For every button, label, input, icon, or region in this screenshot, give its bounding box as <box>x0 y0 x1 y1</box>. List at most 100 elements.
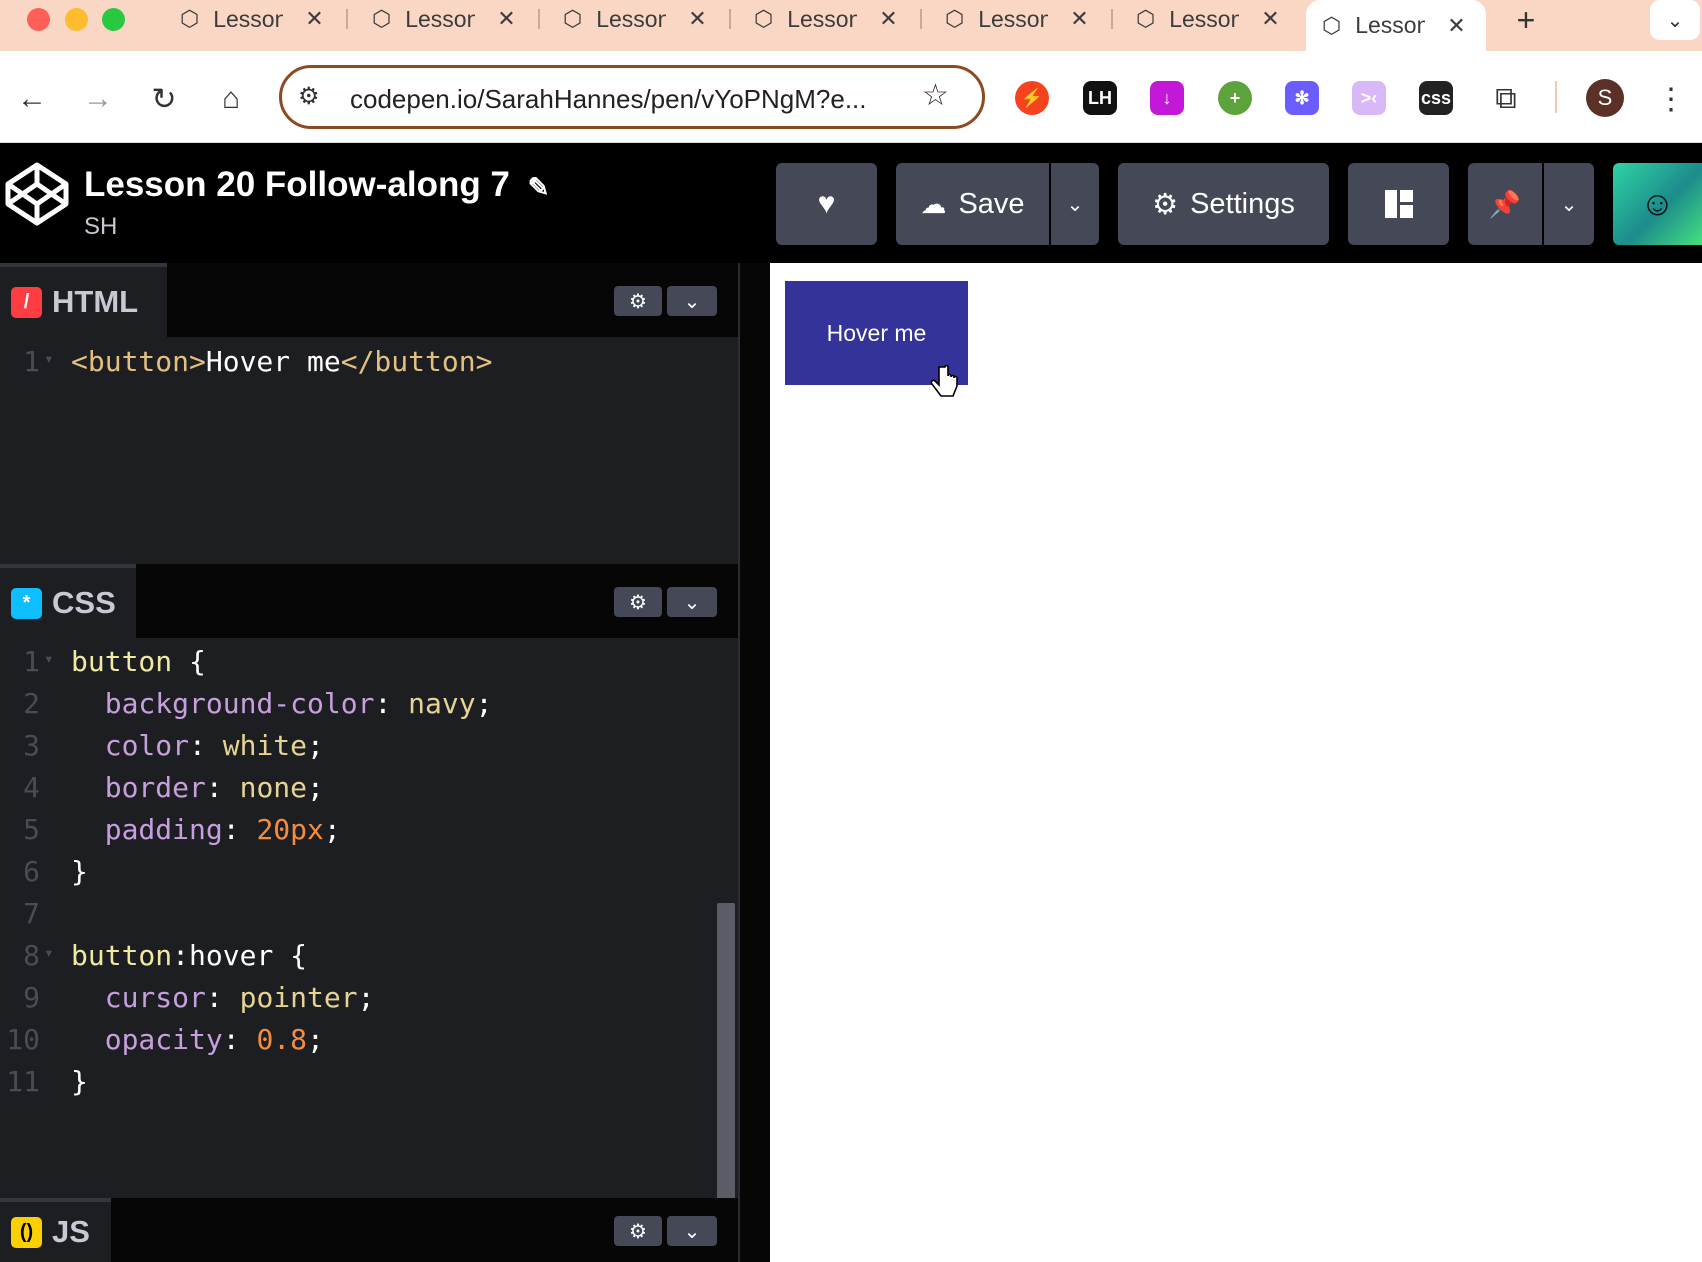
code-line[interactable]: 7 <box>0 897 720 939</box>
save-button[interactable]: ☁ Save <box>896 163 1049 245</box>
html-editor-tab[interactable]: / HTML <box>0 263 167 337</box>
face-ext-icon[interactable]: >‹ <box>1352 81 1386 115</box>
result-preview: Hover me <box>770 263 1702 1262</box>
back-arrow-icon[interactable]: ← <box>12 79 52 119</box>
code-line[interactable]: 5 padding: 20px; <box>0 813 720 855</box>
fold-arrow-icon[interactable]: ▾ <box>44 349 54 368</box>
js-editor-tab[interactable]: () JS <box>0 1198 111 1262</box>
line-number: 9 <box>23 981 40 1014</box>
js-collapse-button[interactable]: ⌄ <box>667 1216 717 1246</box>
edit-pencil-icon[interactable]: ✎ <box>528 172 550 202</box>
close-tab-icon[interactable]: ✕ <box>879 6 897 32</box>
reload-icon[interactable]: ↻ <box>144 79 184 119</box>
new-tab-button[interactable]: + <box>1508 2 1544 38</box>
code-line[interactable]: 1 ▾ <button>Hover me</button> <box>0 345 720 387</box>
code-text: button:hover { <box>71 939 308 972</box>
gear-icon: ⚙ <box>629 1220 647 1243</box>
code-line[interactable]: 6} <box>0 855 720 897</box>
code-line[interactable]: 3 color: white; <box>0 729 720 771</box>
extensions-puzzle-icon[interactable]: ⧉ <box>1486 79 1526 119</box>
close-window-button[interactable] <box>27 8 50 31</box>
codepen-favicon-icon: ⬡ <box>945 6 965 31</box>
tab-title: Lesson <box>1355 12 1426 38</box>
css-settings-button[interactable]: ⚙ <box>614 587 662 617</box>
fold-arrow-icon[interactable]: ▾ <box>44 943 54 962</box>
browser-tab[interactable]: ⬡ Lesson ✕ <box>929 0 1101 38</box>
html-editor-title: HTML <box>52 284 139 319</box>
code-line[interactable]: 11} <box>0 1065 720 1107</box>
tab-title: Lesson <box>596 5 667 32</box>
gear-icon: ⚙ <box>629 591 647 614</box>
resize-handle[interactable] <box>738 263 770 1262</box>
code-text: } <box>71 1065 88 1098</box>
add-ext-icon[interactable]: + <box>1218 81 1252 115</box>
js-settings-button[interactable]: ⚙ <box>614 1216 662 1246</box>
profile-avatar[interactable]: S <box>1586 79 1624 117</box>
maximize-window-button[interactable] <box>102 8 125 31</box>
code-text: } <box>71 855 88 888</box>
tab-title: Lesson <box>1169 5 1240 32</box>
user-avatar[interactable]: ☺ <box>1613 163 1702 245</box>
browser-tab[interactable]: ⬡ Lesson ✕ <box>547 0 719 38</box>
code-line[interactable]: 8 ▾ button:hover { <box>0 939 720 981</box>
css-editor-tab[interactable]: * CSS <box>0 564 136 638</box>
address-bar[interactable]: ⚙ codepen.io/SarahHannes/pen/vYoPNgM?e..… <box>279 65 985 129</box>
bookmark-star-icon[interactable]: ☆ <box>922 78 949 113</box>
pin-button[interactable]: 📌 <box>1468 163 1542 245</box>
change-view-button[interactable] <box>1348 163 1449 245</box>
css-code-area[interactable]: 1 ▾ button {2 background-color: navy; 3 col… <box>0 645 738 1165</box>
close-tab-icon[interactable]: ✕ <box>1447 13 1465 39</box>
browser-tab[interactable]: ⬡ Lesson ✕ <box>738 0 910 38</box>
gear-icon: ⚙ <box>1152 188 1179 221</box>
browser-tab[interactable]: ⬡ Lesson ✕ <box>1120 0 1292 38</box>
code-line[interactable]: 2 background-color: navy; <box>0 687 720 729</box>
code-text: <button>Hover me</button> <box>71 345 493 378</box>
tab-title: Lesson <box>978 5 1049 32</box>
line-number: 5 <box>23 813 40 846</box>
site-settings-icon[interactable]: ⚙ <box>298 82 320 111</box>
browser-tab[interactable]: ⬡ Lesson ✕ <box>1306 0 1486 51</box>
close-tab-icon[interactable]: ✕ <box>688 6 706 32</box>
like-button[interactable]: ♥ <box>776 163 877 245</box>
pen-title[interactable]: Lesson 20 Follow-along 7 ✎ <box>84 165 549 205</box>
html-slash-icon: / <box>11 286 42 318</box>
download-ext-icon[interactable]: ↓ <box>1150 81 1184 115</box>
browser-tab[interactable]: ⬡ Lesson ✕ <box>164 0 336 38</box>
pen-author[interactable]: SH <box>84 213 117 241</box>
minimize-window-button[interactable] <box>65 8 88 31</box>
line-number: 10 <box>6 1023 40 1056</box>
pin-options-button[interactable]: ⌄ <box>1544 163 1594 245</box>
html-collapse-button[interactable]: ⌄ <box>667 286 717 316</box>
line-number: 2 <box>23 687 40 720</box>
forward-arrow-icon[interactable]: → <box>78 79 118 119</box>
code-line[interactable]: 1 ▾ button { <box>0 645 720 687</box>
settings-button[interactable]: ⚙ Settings <box>1118 163 1329 245</box>
css-editor-header: * CSS ⚙ ⌄ <box>0 564 738 638</box>
asterisk-ext-icon[interactable]: ✻ <box>1285 81 1319 115</box>
layout-icon <box>1384 190 1413 218</box>
close-tab-icon[interactable]: ✕ <box>1261 6 1279 32</box>
close-tab-icon[interactable]: ✕ <box>497 6 515 32</box>
css-ext-icon[interactable]: css <box>1419 81 1453 115</box>
lh-ext-icon[interactable]: LH <box>1083 81 1117 115</box>
browser-tab[interactable]: ⬡ Lesson ✕ <box>356 0 528 38</box>
code-line[interactable]: 4 border: none; <box>0 771 720 813</box>
tab-search-icon[interactable]: ⌄ <box>1650 0 1700 40</box>
browser-menu-icon[interactable]: ⋮ <box>1656 79 1686 119</box>
home-icon[interactable]: ⌂ <box>211 79 251 119</box>
code-line[interactable]: 9 cursor: pointer; <box>0 981 720 1023</box>
code-line[interactable]: 10 opacity: 0.8; <box>0 1023 720 1065</box>
html-settings-button[interactable]: ⚙ <box>614 286 662 316</box>
js-editor-header: () JS ⚙ ⌄ <box>0 1198 738 1262</box>
pen-title-text: Lesson 20 Follow-along 7 <box>84 165 510 204</box>
html-code-area[interactable]: 1 ▾ <button>Hover me</button> <box>0 345 738 565</box>
codepen-favicon-icon: ⬡ <box>563 6 583 31</box>
lighthouse-ext-icon[interactable]: ⚡ <box>1015 81 1049 115</box>
fold-arrow-icon[interactable]: ▾ <box>44 649 54 668</box>
close-tab-icon[interactable]: ✕ <box>1070 6 1088 32</box>
css-scrollbar[interactable] <box>717 903 735 1223</box>
save-options-button[interactable]: ⌄ <box>1051 163 1099 245</box>
css-collapse-button[interactable]: ⌄ <box>667 587 717 617</box>
codepen-logo-icon[interactable] <box>4 161 70 227</box>
close-tab-icon[interactable]: ✕ <box>305 6 323 32</box>
